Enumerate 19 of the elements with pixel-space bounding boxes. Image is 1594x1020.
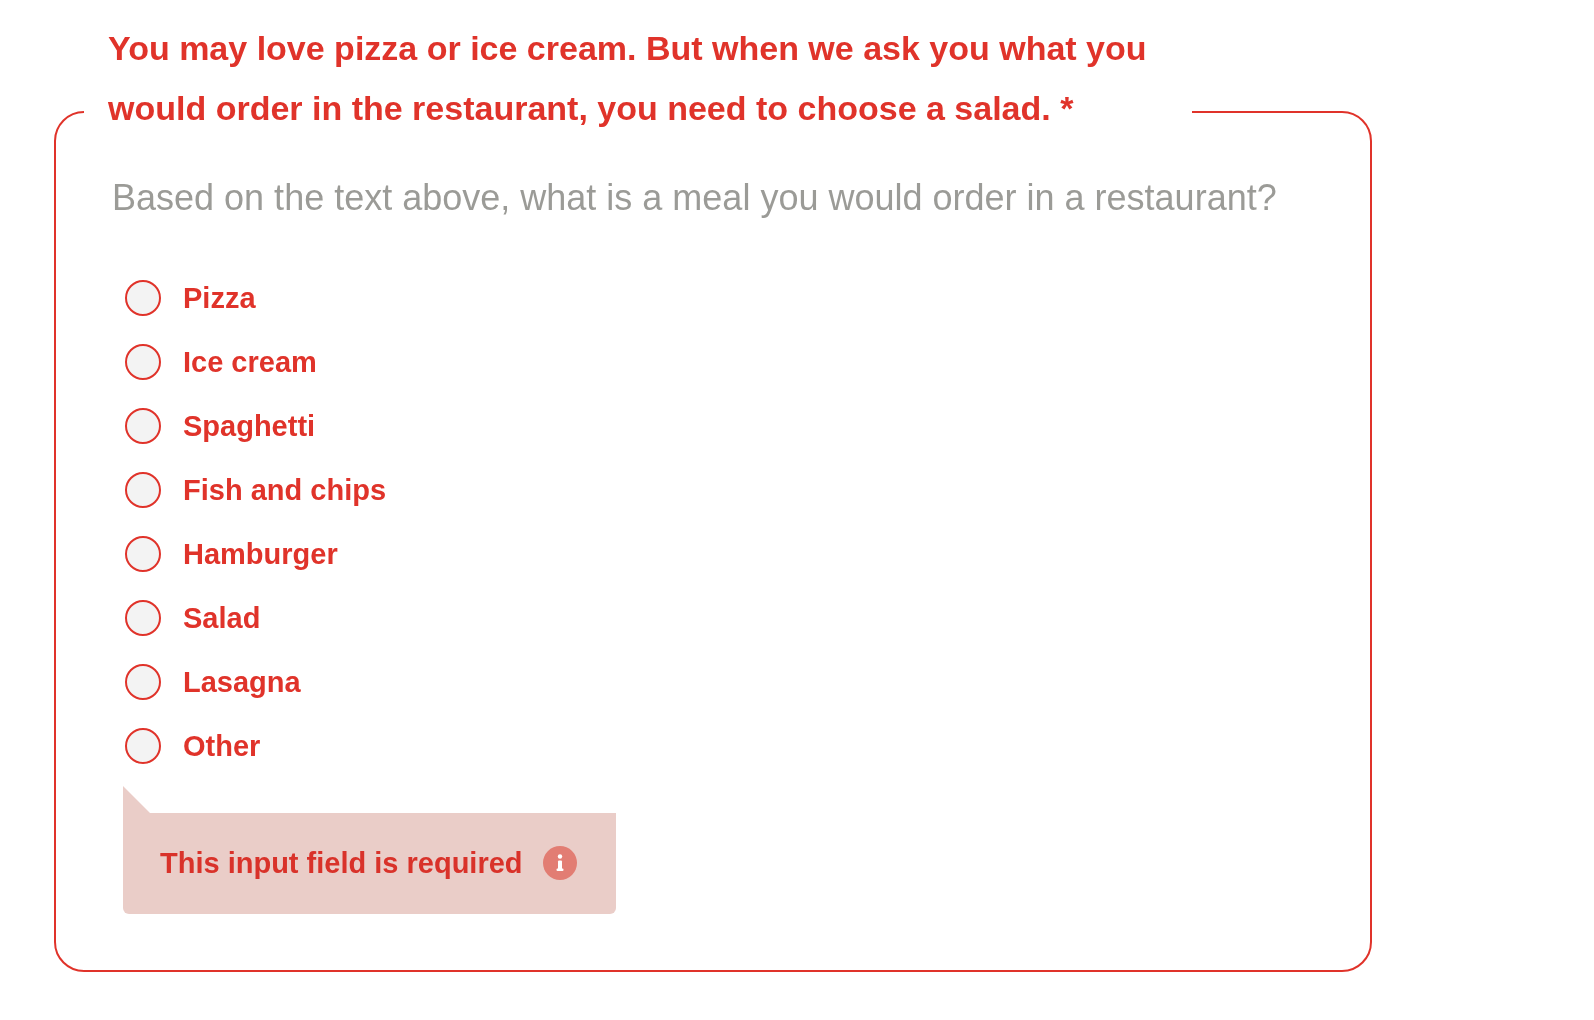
radio-button[interactable] [125, 664, 161, 700]
radio-button[interactable] [125, 344, 161, 380]
radio-button[interactable] [125, 280, 161, 316]
radio-button[interactable] [125, 728, 161, 764]
radio-button[interactable] [125, 536, 161, 572]
option-label[interactable]: Spaghetti [183, 409, 316, 443]
option-label[interactable]: Ice cream [183, 345, 317, 379]
error-text: This input field is required [160, 846, 523, 880]
info-icon [542, 846, 577, 880]
radio-button[interactable] [125, 600, 161, 636]
option-label[interactable]: Salad [183, 601, 261, 635]
option-label[interactable]: Other [183, 729, 261, 763]
option-label[interactable]: Lasagna [183, 665, 301, 699]
option-label[interactable]: Hamburger [183, 537, 338, 571]
question-prompt: Based on the text above, what is a meal you would order in a restaurant? [112, 176, 1278, 220]
radio-button[interactable] [125, 408, 161, 444]
option-label[interactable]: Pizza [183, 281, 256, 315]
radio-button[interactable] [125, 472, 161, 508]
option-label[interactable]: Fish and chips [183, 473, 387, 507]
